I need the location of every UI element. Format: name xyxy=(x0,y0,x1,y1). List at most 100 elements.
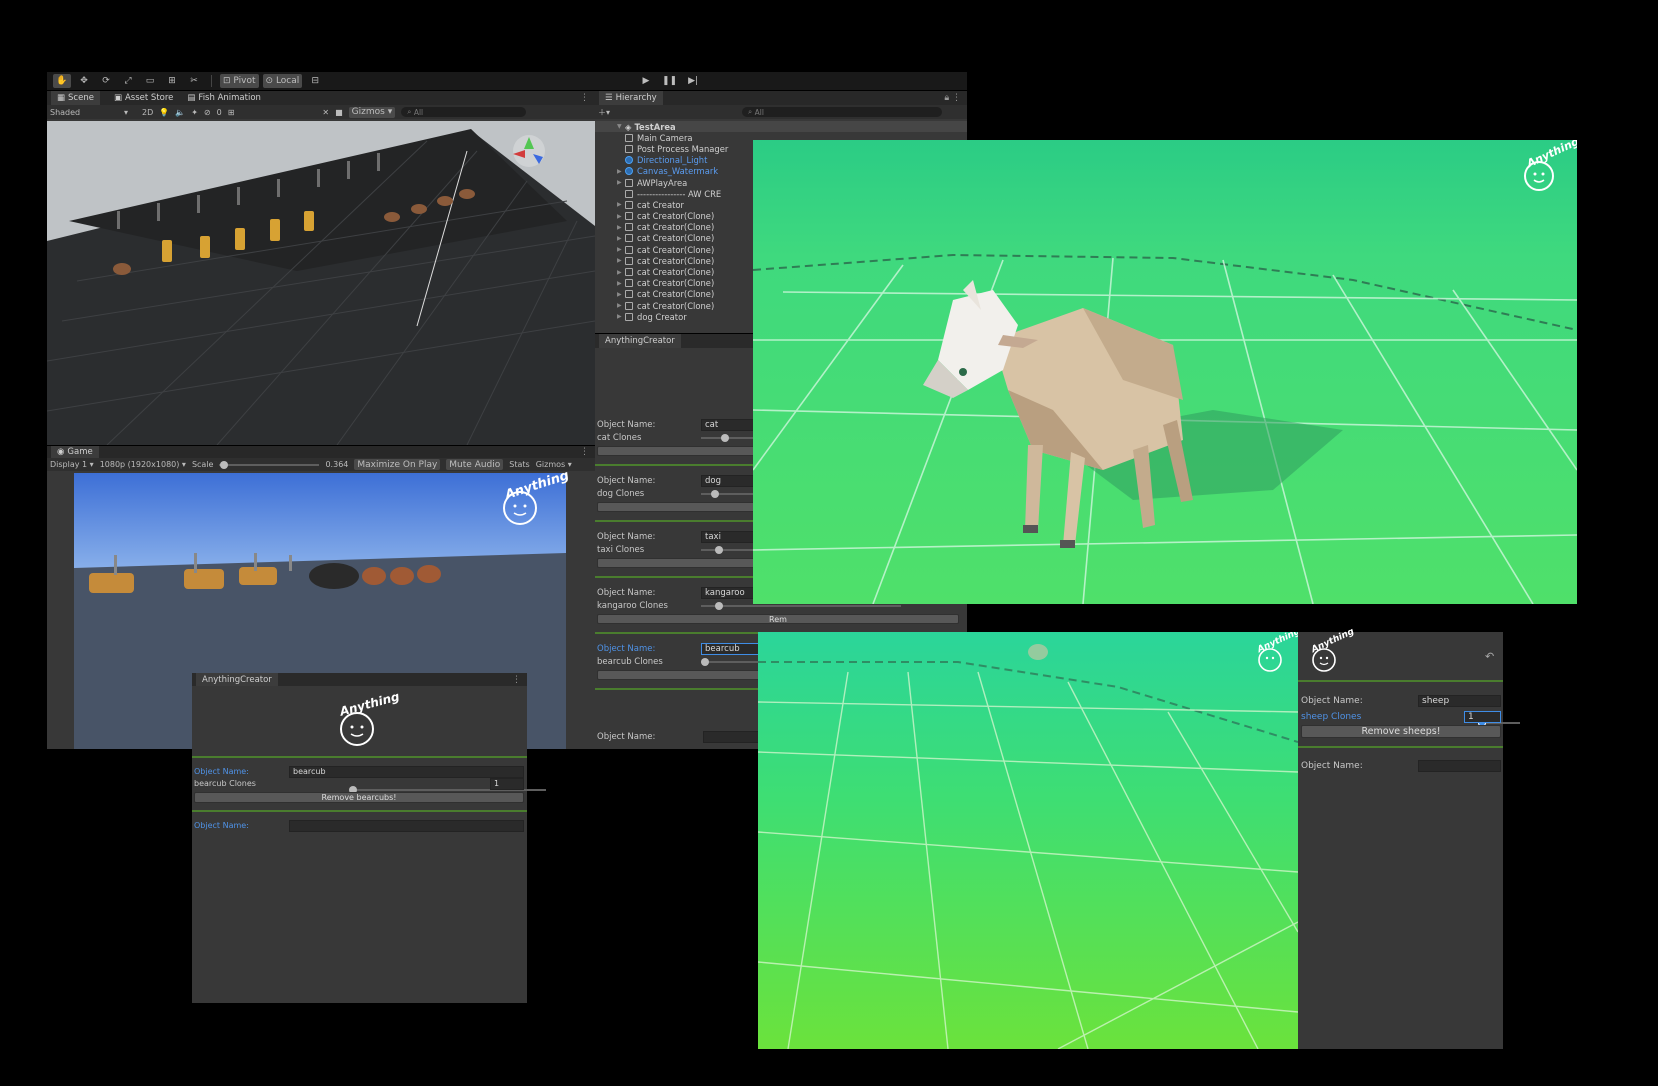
hand-tool-icon[interactable]: ✋ xyxy=(53,74,71,88)
grid-snap-icon[interactable]: ⊟ xyxy=(306,74,324,88)
expand-arrow-icon[interactable]: ▶ xyxy=(617,257,625,264)
scene-viewport[interactable] xyxy=(47,121,595,445)
expand-arrow-icon[interactable]: ▶ xyxy=(617,179,625,186)
object-name-input[interactable] xyxy=(289,819,524,832)
game-tabbar: ◉ Game ⋮ xyxy=(47,446,595,458)
clones-count-input[interactable]: 1 xyxy=(490,777,524,790)
lock-icon[interactable]: 🔒︎ ⋮ xyxy=(944,93,961,103)
tab-anything-creator[interactable]: AnythingCreator xyxy=(196,673,278,686)
tab-game[interactable]: ◉ Game xyxy=(51,446,99,458)
expand-arrow-icon[interactable]: ▶ xyxy=(617,313,625,320)
grid-icon[interactable]: ⊞ xyxy=(228,108,235,117)
remove-sheeps-button[interactable]: Remove sheeps! xyxy=(1301,725,1501,738)
hierarchy-tabbar: ☰ Hierarchy 🔒︎ ⋮ xyxy=(595,91,967,105)
expand-arrow-icon[interactable]: ▶ xyxy=(617,224,625,231)
clones-slider-knob[interactable] xyxy=(701,658,709,666)
clones-slider-knob[interactable] xyxy=(721,434,729,442)
expand-arrow-icon[interactable]: ▶ xyxy=(617,269,625,276)
hierarchy-root[interactable]: ▼ ◈ TestArea xyxy=(595,121,967,133)
mode-2d-toggle[interactable]: 2D xyxy=(142,108,153,117)
tab-asset-store-label: Asset Store xyxy=(124,93,174,103)
sheep-game-view[interactable]: Anything xyxy=(753,140,1577,604)
hierarchy-item-label: Directional_Light xyxy=(637,155,708,166)
rect-tool-icon[interactable]: ▭ xyxy=(141,74,159,88)
move-tool-icon[interactable]: ✥ xyxy=(75,74,93,88)
second-game-view[interactable]: Anything xyxy=(758,632,1298,1049)
expand-arrow-icon[interactable]: ▼ xyxy=(617,123,625,130)
clones-label: bearcub Clones xyxy=(597,656,663,667)
resolution-dropdown[interactable]: 1080p (1920x1080) ▾ xyxy=(100,460,186,469)
local-toggle[interactable]: ⊙ Local xyxy=(262,74,303,88)
hierarchy-search-input[interactable]: ⌕ All xyxy=(742,107,943,117)
gameobject-icon xyxy=(625,144,633,153)
shading-dropdown[interactable]: Shaded xyxy=(50,108,130,117)
add-icon[interactable]: ＋▾ xyxy=(598,107,610,118)
kebab-menu-icon[interactable]: ⋮ xyxy=(580,93,589,103)
expand-arrow-icon[interactable]: ▶ xyxy=(617,213,625,220)
small-creator-window: AnythingCreator ⋮ Anything Object Name: … xyxy=(192,673,546,1003)
tab-hierarchy[interactable]: ☰ Hierarchy xyxy=(599,91,663,105)
kebab-menu-icon[interactable]: ⋮ xyxy=(580,447,589,457)
expand-arrow-icon[interactable]: ▶ xyxy=(617,246,625,253)
expand-arrow-icon[interactable]: ▶ xyxy=(617,280,625,287)
separator-line xyxy=(192,810,527,812)
search-icon: ⌕ xyxy=(748,107,753,116)
remove-button[interactable]: Remove bearcubs! xyxy=(194,792,524,803)
object-name-label: Object Name: xyxy=(194,821,249,830)
maximize-on-play-toggle[interactable]: Maximize On Play xyxy=(354,459,441,470)
resolution-label: 1080p (1920x1080) xyxy=(99,460,180,469)
audio-icon[interactable]: 🔈 xyxy=(175,108,185,117)
local-icon: ⊙ xyxy=(265,76,274,86)
remove-button[interactable]: Rem xyxy=(597,614,959,624)
clones-count-input[interactable]: 1 xyxy=(1464,710,1501,723)
display-dropdown[interactable]: Display 1 ▾ xyxy=(50,460,94,469)
empty-name-row: Object Name: xyxy=(194,819,524,832)
object-name-input[interactable]: sheep xyxy=(1418,694,1501,707)
tab-fish-animation[interactable]: ▤ Fish Animation xyxy=(187,93,261,103)
pivot-toggle[interactable]: ⊡ Pivot xyxy=(220,74,259,88)
scene-orientation-gizmo[interactable] xyxy=(513,135,545,167)
tab-asset-store[interactable]: ▣ Asset Store xyxy=(114,93,173,103)
tab-hierarchy-label: Hierarchy xyxy=(615,93,657,103)
pause-icon[interactable]: ❚❚ xyxy=(659,74,680,88)
play-icon[interactable]: ▶ xyxy=(637,74,655,88)
stats-toggle[interactable]: Stats xyxy=(509,460,529,469)
hidden-objects-icon[interactable]: ⊘ xyxy=(204,108,211,117)
tab-scene[interactable]: ▦ Scene xyxy=(51,91,100,105)
hierarchy-item-label: dog Creator xyxy=(637,311,687,322)
scale-tool-icon[interactable]: ⤢ xyxy=(119,74,137,88)
scale-slider[interactable] xyxy=(219,460,320,469)
scale-slider-knob[interactable] xyxy=(220,460,229,469)
step-icon[interactable]: ▶| xyxy=(684,74,702,88)
effects-icon[interactable]: ✦ xyxy=(191,108,198,117)
kebab-menu-icon[interactable]: ⋮ xyxy=(512,675,521,685)
undo-icon[interactable]: ↶ xyxy=(1485,650,1494,663)
gameobject-icon xyxy=(625,178,633,187)
clones-slider-knob[interactable] xyxy=(711,490,719,498)
expand-arrow-icon[interactable]: ▶ xyxy=(617,201,625,208)
tab-anything-creator[interactable]: AnythingCreator xyxy=(599,334,681,348)
object-name-input[interactable] xyxy=(1418,759,1501,772)
object-name-input[interactable]: bearcub xyxy=(289,765,524,778)
clones-slider-knob[interactable] xyxy=(715,546,723,554)
expand-arrow-icon[interactable]: ▶ xyxy=(617,235,625,242)
gameobject-icon xyxy=(625,133,633,142)
transform-tool-icon[interactable]: ⊞ xyxy=(163,74,181,88)
custom-tool-icon[interactable]: ✂ xyxy=(185,74,203,88)
animation-icon: ▤ xyxy=(187,93,196,103)
mute-audio-toggle[interactable]: Mute Audio xyxy=(446,459,504,470)
scene-search-input[interactable]: ⌕ All xyxy=(401,107,527,117)
gizmos-dropdown[interactable]: Gizmos ▾ xyxy=(348,106,396,118)
tools-icon[interactable]: ✕ xyxy=(322,108,329,117)
expand-arrow-icon[interactable]: ▶ xyxy=(617,302,625,309)
expand-arrow-icon[interactable]: ▶ xyxy=(617,291,625,298)
empty-name-row: Object Name: xyxy=(1301,759,1501,772)
rotate-tool-icon[interactable]: ⟳ xyxy=(97,74,115,88)
anything-logo: Anything xyxy=(490,468,571,531)
lighting-icon[interactable]: 💡 xyxy=(159,108,169,117)
clones-slider[interactable] xyxy=(701,602,901,610)
clones-slider-knob[interactable] xyxy=(715,602,723,610)
camera-icon[interactable]: ■ xyxy=(335,108,343,117)
expand-arrow-icon[interactable]: ▶ xyxy=(617,168,625,175)
scene-icon: ▦ xyxy=(57,93,66,103)
